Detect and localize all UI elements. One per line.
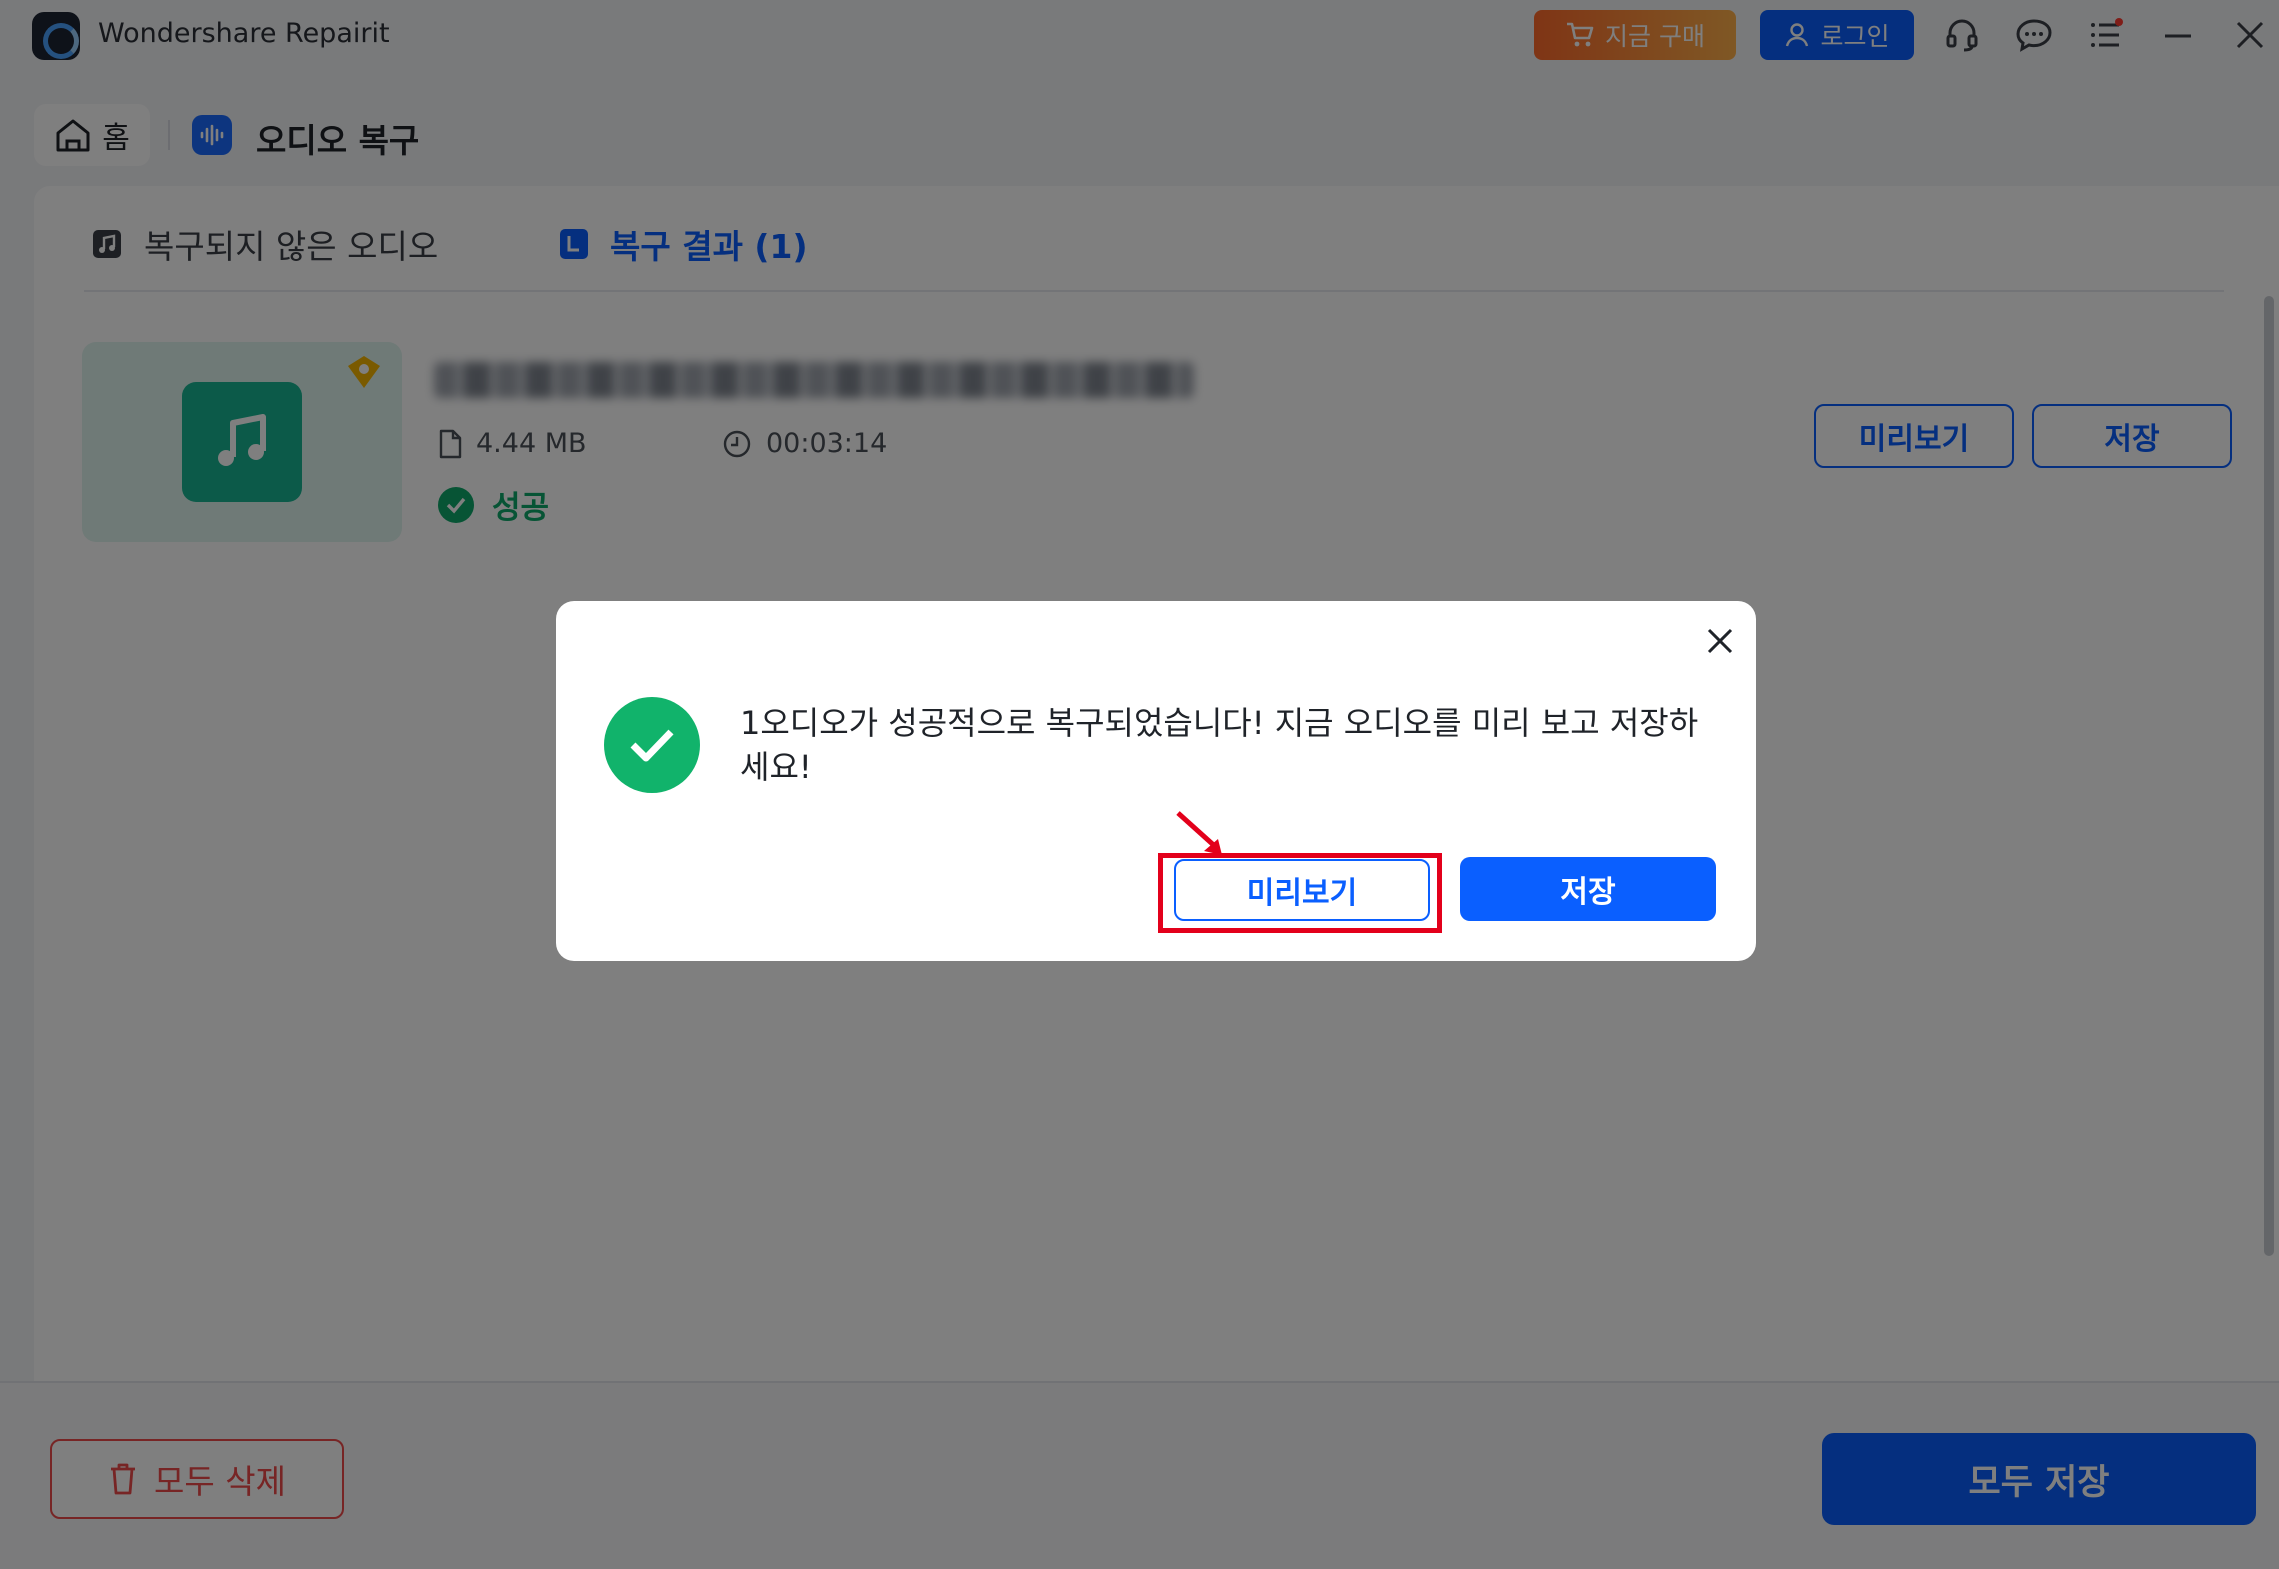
- dialog-save-button[interactable]: 저장: [1460, 857, 1716, 921]
- recovery-success-dialog: 1오디오가 성공적으로 복구되었습니다! 지금 오디오를 미리 보고 저장하세요…: [556, 601, 1756, 961]
- dialog-close-button[interactable]: [1702, 623, 1738, 659]
- dialog-preview-button[interactable]: 미리보기: [1174, 859, 1430, 921]
- success-check-icon: [604, 697, 700, 793]
- close-icon: [1707, 628, 1733, 654]
- dialog-message: 1오디오가 성공적으로 복구되었습니다! 지금 오디오를 미리 보고 저장하세요…: [740, 704, 1699, 786]
